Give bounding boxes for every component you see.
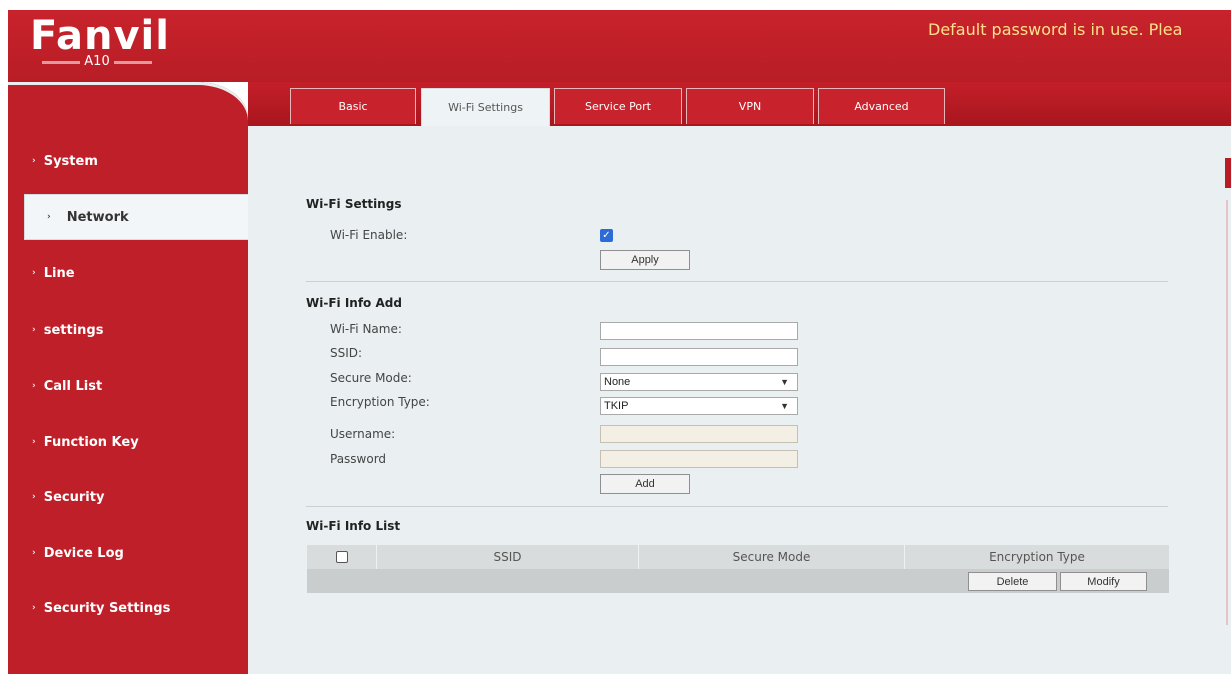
sidebar-item-label: Security Settings [43,600,171,616]
tab-wifi-settings[interactable]: Wi-Fi Settings [421,88,550,126]
wifi-info-list-header: SSID Secure Mode Encryption Type [307,545,1169,569]
select-all-cell [307,545,377,569]
encryption-type-select[interactable]: TKIP ▼ [600,397,798,415]
logo-brand: Fanvil [30,13,170,59]
chevron-right-icon: › [32,325,36,335]
fanvil-logo: Fanvil A10 [30,12,200,72]
sidebar-item-line[interactable]: › Line [8,250,248,296]
chevron-right-icon: › [32,548,36,558]
wifi-info-add-title: Wi-Fi Info Add [306,296,402,310]
encryption-type-label: Encryption Type: [330,395,430,409]
sidebar-item-system[interactable]: › System [8,138,248,184]
logo-model-row: A10 [42,55,152,69]
wifi-settings-title: Wi-Fi Settings [306,197,402,211]
chevron-right-icon: › [32,437,36,447]
divider [306,281,1168,282]
sidebar-item-label: Call List [43,378,103,394]
divider [306,506,1168,507]
username-label: Username: [330,427,396,441]
wifi-name-input[interactable] [600,322,798,340]
column-secure-mode: Secure Mode [639,545,905,569]
sidebar-item-security[interactable]: › Security [8,474,248,520]
chevron-right-icon: › [32,603,36,613]
sidebar-item-label: Network [66,209,129,225]
secure-mode-label: Secure Mode: [330,371,412,385]
wifi-enable-label: Wi-Fi Enable: [330,228,408,242]
sidebar-item-label: Line [43,265,75,281]
tab-basic[interactable]: Basic [290,88,416,124]
logo-model: A10 [84,54,110,69]
chevron-right-icon: › [32,492,36,502]
sidebar-item-label: Function Key [43,434,139,450]
tab-vpn[interactable]: VPN [686,88,814,124]
tab-advanced[interactable]: Advanced [818,88,945,124]
sidebar-item-call-list[interactable]: › Call List [8,363,248,409]
ssid-input[interactable] [600,348,798,366]
right-panel-border [1226,200,1228,625]
logo-line-right [113,60,152,64]
sidebar-item-settings[interactable]: › settings [8,307,248,353]
username-input [600,425,798,443]
sidebar-item-label: Device Log [43,545,124,561]
column-ssid: SSID [377,545,639,569]
chevron-right-icon: › [32,268,36,278]
tab-service-port[interactable]: Service Port [554,88,682,124]
wifi-info-list-title: Wi-Fi Info List [306,519,401,533]
default-password-warning[interactable]: Default password is in use. Plea [928,20,1182,39]
column-encryption-type: Encryption Type [989,550,1085,564]
sidebar-item-function-key[interactable]: › Function Key [8,419,248,465]
wifi-enable-checkbox[interactable]: ✓ [600,229,613,242]
secure-mode-value: None [604,376,631,388]
add-button[interactable]: Add [600,474,690,494]
sidebar-item-security-settings[interactable]: › Security Settings [8,585,248,631]
delete-button[interactable]: Delete [968,572,1057,591]
ssid-label: SSID: [330,346,363,360]
encryption-type-value: TKIP [604,400,629,412]
modify-button[interactable]: Modify [1060,572,1147,591]
password-input [600,450,798,468]
chevron-right-icon: › [32,381,36,391]
wifi-name-label: Wi-Fi Name: [330,322,402,336]
secure-mode-select[interactable]: None ▼ [600,373,798,391]
sidebar-item-device-log[interactable]: › Device Log [8,530,248,576]
password-label: Password [330,452,387,466]
right-panel-marker [1225,158,1231,188]
select-all-checkbox[interactable] [335,551,348,563]
chevron-down-icon: ▼ [780,377,789,387]
sidebar: › System › Network › Line › settings › C… [8,82,254,674]
sidebar-item-label: settings [43,322,104,338]
sidebar-item-network[interactable]: › Network [24,194,254,240]
apply-button[interactable]: Apply [600,250,690,270]
logo-line-left [42,60,81,64]
chevron-down-icon: ▼ [780,401,789,411]
sidebar-item-label: Security [43,489,105,505]
chevron-right-icon: › [47,212,51,222]
chevron-right-icon: › [32,156,36,166]
sidebar-item-label: System [43,153,98,169]
header-bar: Fanvil A10 Default password is in use. P… [8,10,1231,82]
